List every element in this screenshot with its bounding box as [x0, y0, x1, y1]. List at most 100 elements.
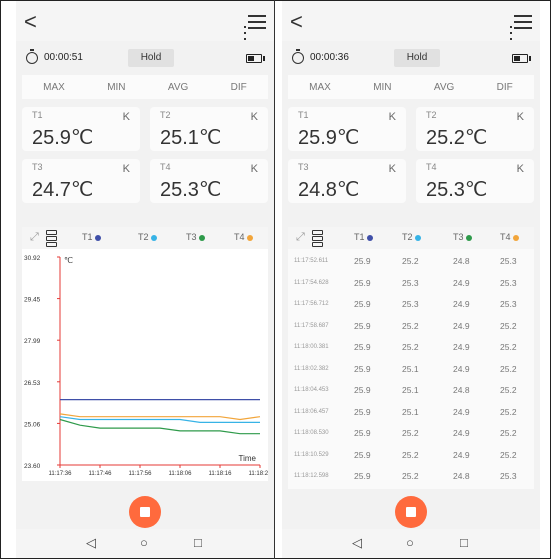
back-icon[interactable]: <	[290, 9, 303, 35]
channel-value: 25.9℃	[298, 127, 360, 149]
legend-t3[interactable]: T3	[186, 232, 205, 242]
row-t1: 25.9	[354, 277, 371, 288]
row-t3: 24.9	[453, 320, 470, 331]
chart-svg: 30.92 29.45 27.99 26.53 25.06 23.60 ℃ 11:17:36 1…	[24, 255, 272, 477]
legend-t4[interactable]: T4	[500, 232, 519, 242]
row-timestamp: 11:18:02.382	[294, 365, 329, 372]
channel-unit: K	[516, 163, 524, 175]
row-t4: 25.2	[500, 449, 517, 460]
row-t1: 25.9	[354, 363, 371, 374]
y-tick-label: 27.99	[24, 338, 41, 345]
row-t2: 25.3	[402, 299, 419, 309]
table-row: 11:18:02.382 25.9 25.1 24.9 25.2	[288, 359, 534, 379]
legend-t2[interactable]: T2	[402, 232, 421, 242]
row-t1: 25.9	[354, 299, 371, 309]
nav-back-icon[interactable]: ◁	[86, 535, 96, 551]
stop-button[interactable]	[129, 496, 161, 528]
channel-card-t2: T2 K 25.2℃	[416, 107, 534, 151]
stopwatch-icon	[26, 49, 38, 64]
row-timestamp: 11:17:56.712	[294, 301, 329, 307]
android-nav-bar: ◁ ○ □	[16, 529, 274, 558]
row-t3: 24.9	[453, 363, 470, 374]
channel-unit: K	[250, 163, 258, 175]
row-timestamp: 11:18:12.598	[294, 473, 329, 479]
row-t2: 25.2	[402, 342, 419, 352]
legend-t4[interactable]: T4	[234, 232, 253, 242]
screen-table-view: < 00:00:36 Hold MAX MIN AVG DIF T1 K 25.…	[282, 1, 540, 558]
stack-icon[interactable]	[46, 230, 57, 248]
mode-min[interactable]: MIN	[107, 82, 125, 93]
table-row: 11:17:52.611 25.9 25.2 24.8 25.3	[288, 251, 534, 271]
row-t4: 25.2	[500, 320, 517, 331]
channel-value: 25.1℃	[160, 127, 222, 149]
menu-icon[interactable]	[248, 15, 266, 33]
hold-button[interactable]: Hold	[394, 49, 440, 67]
row-timestamp: 11:18:08.530	[294, 430, 329, 436]
row-t1: 25.9	[354, 428, 371, 438]
row-t3: 24.8	[453, 385, 470, 395]
channel-card-t4: T4 K 25.3℃	[416, 159, 534, 203]
row-t3: 24.9	[453, 428, 470, 438]
row-t3: 24.9	[453, 406, 470, 417]
x-tick-label: 11:18:26	[249, 471, 268, 477]
x-tick-label: 11:18:16	[209, 471, 233, 477]
mode-dif[interactable]: DIF	[497, 82, 513, 93]
top-bar: <	[16, 1, 274, 41]
battery-icon	[246, 54, 265, 63]
channel-unit: K	[250, 111, 258, 123]
stack-icon[interactable]	[312, 230, 323, 248]
channel-value: 25.9℃	[32, 127, 94, 149]
row-t2: 25.1	[402, 406, 419, 417]
x-tick-label: 11:17:46	[89, 471, 113, 477]
channel-value: 24.8℃	[298, 179, 360, 201]
table-row: 11:18:06.457 25.9 25.1 24.9 25.2	[288, 402, 534, 422]
row-t3: 24.8	[453, 256, 470, 266]
row-t1: 25.9	[354, 385, 371, 395]
nav-home-icon[interactable]: ○	[140, 535, 148, 550]
nav-home-icon[interactable]: ○	[406, 535, 414, 550]
hold-button[interactable]: Hold	[128, 49, 174, 67]
channel-label: T2	[426, 110, 437, 120]
y-tick-label: 25.06	[24, 421, 41, 428]
row-timestamp: 11:18:00.381	[294, 344, 329, 350]
stop-icon	[140, 507, 150, 517]
row-t1: 25.9	[354, 471, 371, 481]
legend-t1[interactable]: T1	[82, 232, 101, 242]
row-t4: 25.2	[500, 385, 517, 395]
expand-icon[interactable]: ⤢	[296, 231, 305, 244]
x-tick-label: 11:17:36	[49, 471, 73, 477]
stop-button[interactable]	[395, 496, 427, 528]
y-tick-label: 29.45	[24, 297, 41, 304]
channel-unit: K	[388, 111, 396, 123]
stopwatch-icon	[292, 49, 304, 64]
x-tick-label: 11:18:06	[169, 471, 193, 477]
channel-label: T1	[32, 110, 43, 120]
mode-avg[interactable]: AVG	[434, 82, 454, 93]
mode-min[interactable]: MIN	[373, 82, 391, 93]
mode-dif[interactable]: DIF	[231, 82, 247, 93]
legend-t2[interactable]: T2	[138, 232, 157, 242]
nav-recent-icon[interactable]: □	[194, 535, 202, 550]
row-timestamp: 11:17:52.611	[294, 258, 329, 264]
nav-back-icon[interactable]: ◁	[352, 535, 362, 551]
back-icon[interactable]: <	[24, 9, 37, 35]
channel-value: 25.3℃	[426, 179, 488, 201]
legend-t1[interactable]: T1	[354, 232, 373, 242]
row-t2: 25.2	[402, 428, 419, 438]
row-t2: 25.2	[402, 256, 419, 266]
mode-max[interactable]: MAX	[309, 82, 331, 93]
nav-recent-icon[interactable]: □	[460, 535, 468, 550]
row-timestamp: 11:18:06.457	[294, 408, 329, 415]
mode-avg[interactable]: AVG	[168, 82, 188, 93]
battery-icon	[512, 54, 531, 63]
menu-icon[interactable]	[514, 15, 532, 33]
expand-icon[interactable]: ⤢	[30, 231, 39, 244]
legend-t3[interactable]: T3	[453, 232, 472, 242]
row-t3: 24.9	[453, 449, 470, 460]
row-timestamp: 11:17:58.687	[294, 322, 329, 329]
row-t3: 24.9	[453, 342, 470, 352]
elapsed-time: 00:00:36	[310, 52, 349, 63]
y-tick-label: 30.92	[24, 255, 41, 262]
mode-max[interactable]: MAX	[43, 82, 65, 93]
row-t4: 25.3	[500, 256, 517, 266]
